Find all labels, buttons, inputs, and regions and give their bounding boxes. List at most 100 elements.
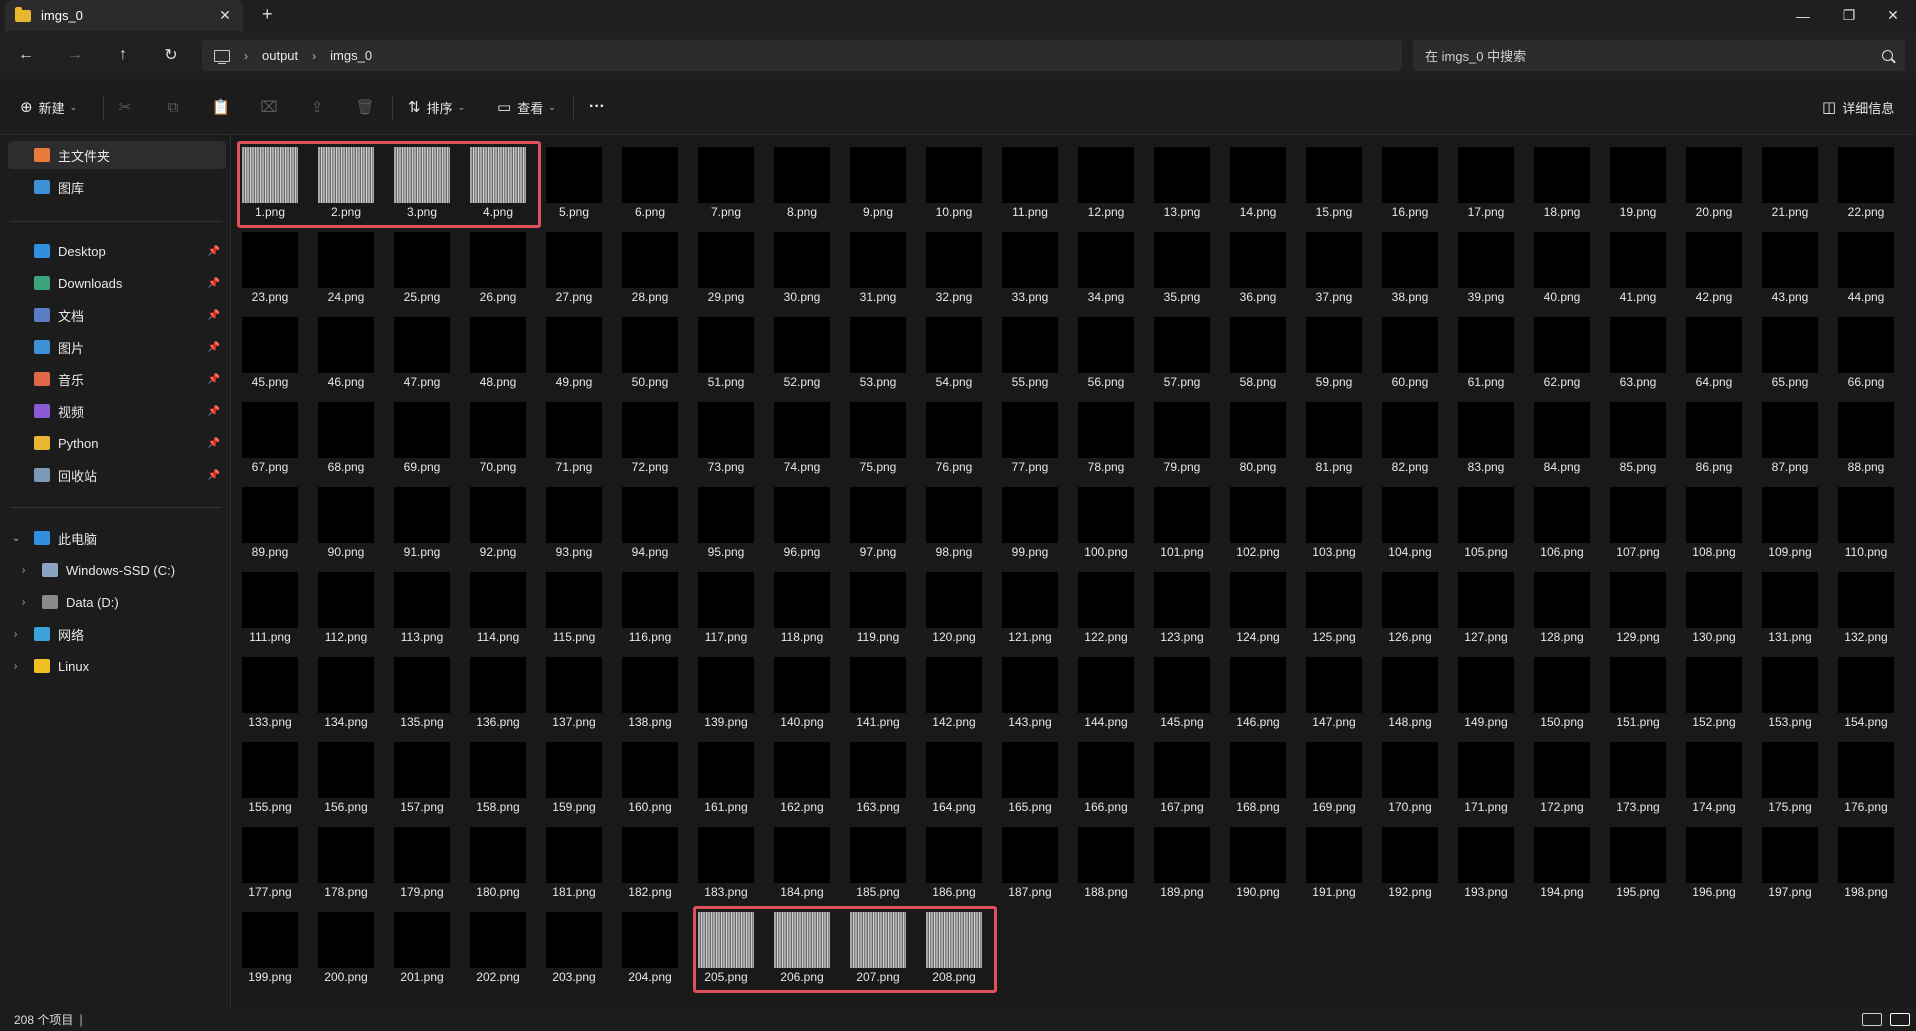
file-item[interactable]: 172.png <box>1525 733 1595 814</box>
file-item[interactable]: 129.png <box>1601 563 1671 644</box>
file-item[interactable]: 78.png <box>1069 393 1139 474</box>
file-item[interactable]: 90.png <box>309 478 379 559</box>
file-item[interactable]: 194.png <box>1525 818 1595 899</box>
file-item[interactable]: 134.png <box>309 648 379 729</box>
file-item[interactable]: 40.png <box>1525 223 1595 304</box>
file-item[interactable]: 107.png <box>1601 478 1671 559</box>
file-item[interactable]: 97.png <box>841 478 911 559</box>
file-item[interactable]: 18.png <box>1525 138 1595 219</box>
chevron-right-icon[interactable]: › <box>22 565 25 576</box>
file-item[interactable]: 82.png <box>1373 393 1443 474</box>
file-item[interactable]: 44.png <box>1829 223 1899 304</box>
file-item[interactable]: 88.png <box>1829 393 1899 474</box>
file-item[interactable]: 168.png <box>1221 733 1291 814</box>
file-item[interactable]: 166.png <box>1069 733 1139 814</box>
file-item[interactable]: 150.png <box>1525 648 1595 729</box>
file-item[interactable]: 60.png <box>1373 308 1443 389</box>
new-button[interactable]: ⊕ 新建 ⌄ <box>20 95 77 119</box>
pin-icon[interactable]: 📌 <box>208 470 220 481</box>
file-item[interactable]: 7.png <box>689 138 759 219</box>
file-item[interactable]: 160.png <box>613 733 683 814</box>
file-item[interactable]: 159.png <box>537 733 607 814</box>
file-item[interactable]: 187.png <box>993 818 1063 899</box>
file-item[interactable]: 6.png <box>613 138 683 219</box>
file-item[interactable]: 74.png <box>765 393 835 474</box>
file-item[interactable]: 19.png <box>1601 138 1671 219</box>
file-item[interactable]: 34.png <box>1069 223 1139 304</box>
file-item[interactable]: 36.png <box>1221 223 1291 304</box>
minimize-button[interactable]: — <box>1780 0 1826 31</box>
file-item[interactable]: 89.png <box>233 478 303 559</box>
file-item[interactable]: 116.png <box>613 563 683 644</box>
file-item[interactable]: 139.png <box>689 648 759 729</box>
file-item[interactable]: 191.png <box>1297 818 1367 899</box>
file-item[interactable]: 54.png <box>917 308 987 389</box>
file-item[interactable]: 112.png <box>309 563 379 644</box>
file-item[interactable]: 96.png <box>765 478 835 559</box>
file-item[interactable]: 9.png <box>841 138 911 219</box>
file-item[interactable]: 200.png <box>309 903 379 984</box>
file-item[interactable]: 14.png <box>1221 138 1291 219</box>
file-item[interactable]: 20.png <box>1677 138 1747 219</box>
file-item[interactable]: 156.png <box>309 733 379 814</box>
file-item[interactable]: 62.png <box>1525 308 1595 389</box>
file-item[interactable]: 157.png <box>385 733 455 814</box>
file-item[interactable]: 193.png <box>1449 818 1519 899</box>
file-item[interactable]: 178.png <box>309 818 379 899</box>
file-item[interactable]: 121.png <box>993 563 1063 644</box>
share-icon[interactable]: ⇪ <box>306 95 328 119</box>
file-item[interactable]: 163.png <box>841 733 911 814</box>
file-item[interactable]: 17.png <box>1449 138 1519 219</box>
file-item[interactable]: 22.png <box>1829 138 1899 219</box>
file-item[interactable]: 65.png <box>1753 308 1823 389</box>
file-item[interactable]: 80.png <box>1221 393 1291 474</box>
file-item[interactable]: 202.png <box>461 903 531 984</box>
file-item[interactable]: 91.png <box>385 478 455 559</box>
file-item[interactable]: 105.png <box>1449 478 1519 559</box>
file-item[interactable]: 31.png <box>841 223 911 304</box>
breadcrumb-output[interactable]: output <box>262 48 298 63</box>
file-item[interactable]: 102.png <box>1221 478 1291 559</box>
view-button[interactable]: ▭ 查看 ⌄ <box>497 95 556 119</box>
file-item[interactable]: 127.png <box>1449 563 1519 644</box>
file-item[interactable]: 50.png <box>613 308 683 389</box>
pin-icon[interactable]: 📌 <box>208 438 220 449</box>
file-item[interactable]: 201.png <box>385 903 455 984</box>
file-item[interactable]: 162.png <box>765 733 835 814</box>
file-item[interactable]: 52.png <box>765 308 835 389</box>
close-tab-button[interactable]: ✕ <box>217 7 233 24</box>
file-item[interactable]: 154.png <box>1829 648 1899 729</box>
file-item[interactable]: 195.png <box>1601 818 1671 899</box>
file-item[interactable]: 110.png <box>1829 478 1899 559</box>
file-item[interactable]: 169.png <box>1297 733 1367 814</box>
file-item[interactable]: 122.png <box>1069 563 1139 644</box>
file-item[interactable]: 146.png <box>1221 648 1291 729</box>
file-item[interactable]: 147.png <box>1297 648 1367 729</box>
details-view-button[interactable] <box>1862 1013 1882 1026</box>
chevron-right-icon[interactable]: › <box>22 597 25 608</box>
file-item[interactable]: 86.png <box>1677 393 1747 474</box>
file-item[interactable]: 188.png <box>1069 818 1139 899</box>
file-item[interactable]: 113.png <box>385 563 455 644</box>
maximize-button[interactable]: ❐ <box>1826 0 1872 31</box>
file-item[interactable]: 142.png <box>917 648 987 729</box>
cut-icon[interactable]: ✂ <box>114 95 136 119</box>
file-item[interactable]: 145.png <box>1145 648 1215 729</box>
file-item[interactable]: 126.png <box>1373 563 1443 644</box>
file-item[interactable]: 125.png <box>1297 563 1367 644</box>
file-item[interactable]: 84.png <box>1525 393 1595 474</box>
file-item[interactable]: 15.png <box>1297 138 1367 219</box>
sort-button[interactable]: ⇅ 排序 ⌄ <box>408 95 465 119</box>
file-item[interactable]: 141.png <box>841 648 911 729</box>
refresh-button[interactable]: ↻ <box>157 43 185 67</box>
sidebar-item-linux[interactable]: › Linux <box>8 652 226 680</box>
file-item[interactable]: 99.png <box>993 478 1063 559</box>
file-item[interactable]: 165.png <box>993 733 1063 814</box>
file-item[interactable]: 77.png <box>993 393 1063 474</box>
file-item[interactable]: 42.png <box>1677 223 1747 304</box>
sidebar-item-downloads[interactable]: Downloads 📌 <box>8 269 226 297</box>
file-item[interactable]: 49.png <box>537 308 607 389</box>
file-item[interactable]: 176.png <box>1829 733 1899 814</box>
file-item[interactable]: 100.png <box>1069 478 1139 559</box>
file-item[interactable]: 37.png <box>1297 223 1367 304</box>
